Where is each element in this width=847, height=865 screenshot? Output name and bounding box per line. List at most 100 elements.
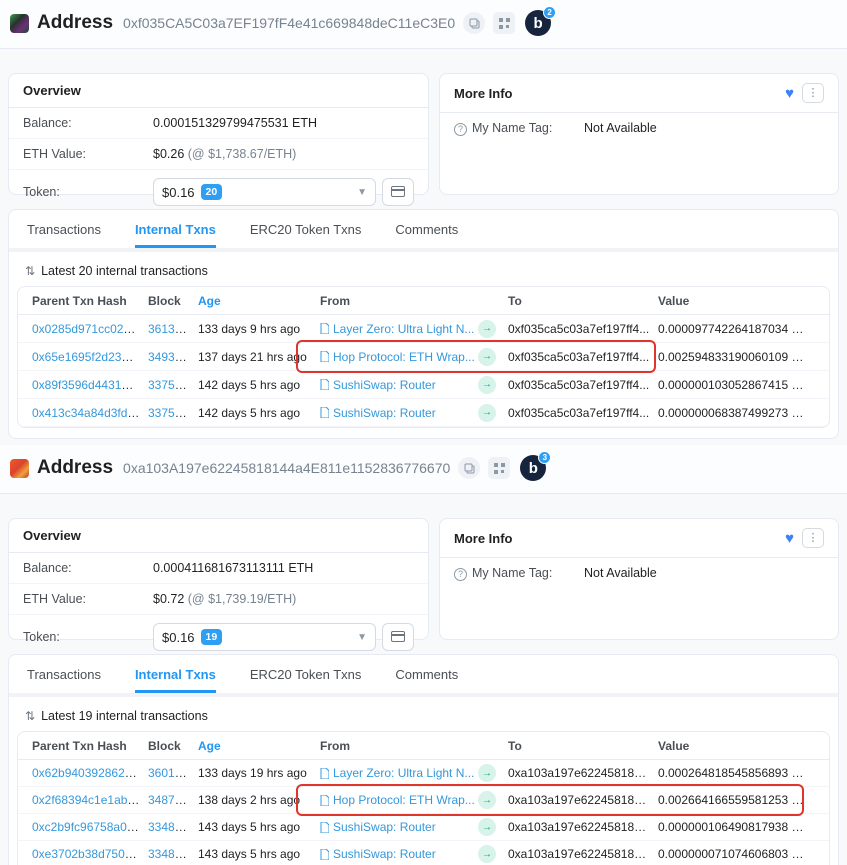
txn-hash-link[interactable]: 0xc2b9fc96758a05110f6... xyxy=(32,820,148,834)
blockscan-badge[interactable]: b 2 xyxy=(525,10,551,36)
eth-rate: (@ $1,738.67/ETH) xyxy=(188,147,297,161)
from-link[interactable]: Hop Protocol: ETH Wrap... xyxy=(333,793,475,807)
tab-internal-txns[interactable]: Internal Txns xyxy=(135,655,216,693)
txn-hash-link[interactable]: 0x65e1695f2d23df4816b... xyxy=(32,350,148,364)
more-info-card: More Info ♥ ⋮ ?My Name Tag: Not Availabl… xyxy=(439,73,839,195)
value-cell: 0.000097742264187034 ETH xyxy=(658,322,815,336)
eth-value-row: ETH Value: $0.72 (@ $1,739.19/ETH) xyxy=(9,584,428,615)
block-link[interactable]: 33484169 xyxy=(148,847,198,861)
table-row: 0x413c34a84d3fd4bfdea... 33755913 142 da… xyxy=(18,399,829,427)
balance-label: Balance: xyxy=(23,116,153,130)
value-cell: 0.000000071074606803 ETH xyxy=(658,847,815,861)
qr-code-button[interactable] xyxy=(488,457,510,479)
token-count-badge: 19 xyxy=(201,629,223,645)
tab-erc20-token-txns[interactable]: ERC20 Token Txns xyxy=(250,210,362,248)
in-arrow-icon: → xyxy=(478,376,496,394)
value-cell: 0.000000106490817938 ETH xyxy=(658,820,815,834)
eth-value-row: ETH Value: $0.26 (@ $1,738.67/ETH) xyxy=(9,139,428,170)
block-link[interactable]: 34935791 xyxy=(148,350,198,364)
token-label: Token: xyxy=(23,630,153,644)
address-header-bar: Address 0xa103A197e62245818144a4E811e115… xyxy=(0,445,847,494)
txn-hash-link[interactable]: 0x2f68394c1e1ab07d36... xyxy=(32,793,148,807)
help-icon: ? xyxy=(454,568,467,581)
token-row: Token: $0.16 20 ▼ xyxy=(9,170,428,214)
txn-hash-link[interactable]: 0x413c34a84d3fd4bfdea... xyxy=(32,406,148,420)
favorite-heart-icon[interactable]: ♥ xyxy=(785,531,794,546)
overview-card: Overview Balance: 0.000411681673113111 E… xyxy=(8,518,429,640)
address-identicon xyxy=(10,459,29,478)
copy-address-button[interactable] xyxy=(458,457,480,479)
tab-erc20-token-txns[interactable]: ERC20 Token Txns xyxy=(250,655,362,693)
block-link[interactable]: 34879870 xyxy=(148,793,198,807)
address-header-bar: Address 0xf035CA5C03a7EF197fF4e41c669848… xyxy=(0,0,847,49)
txn-hash-link[interactable]: 0x0285d971cc02be59da... xyxy=(32,322,148,336)
name-tag-row: ?My Name Tag: Not Available xyxy=(440,113,838,144)
page-title: Address xyxy=(37,457,113,479)
eth-value-label: ETH Value: xyxy=(23,147,153,161)
txn-hash-link[interactable]: 0x62b940392862325b16... xyxy=(32,766,148,780)
block-link[interactable]: 36134593 xyxy=(148,322,198,336)
more-options-button[interactable]: ⋮ xyxy=(802,528,824,548)
copy-icon xyxy=(464,463,475,474)
tabs-bar: Transactions Internal Txns ERC20 Token T… xyxy=(8,654,839,693)
col-block: Block xyxy=(148,294,198,308)
overview-card-title: Overview xyxy=(23,528,81,543)
tabs-bar: Transactions Internal Txns ERC20 Token T… xyxy=(8,209,839,248)
wallet-icon xyxy=(391,185,405,200)
from-link[interactable]: Layer Zero: Ultra Light N... xyxy=(333,322,474,336)
col-age-sort[interactable]: Age xyxy=(198,739,320,753)
table-row: 0x0285d971cc02be59da... 36134593 133 day… xyxy=(18,315,829,343)
token-dropdown[interactable]: $0.16 20 ▼ xyxy=(153,178,376,206)
from-link[interactable]: Layer Zero: Ultra Light N... xyxy=(333,766,474,780)
col-to: To xyxy=(508,739,658,753)
txn-hash-link[interactable]: 0x89f3596d44314f1d922... xyxy=(32,378,148,392)
address-section-1: Address 0xf035CA5C03a7EF197fF4e41c669848… xyxy=(0,0,847,439)
to-cell: 0xf035ca5c03a7ef197ff4... xyxy=(508,350,658,364)
tab-comments[interactable]: Comments xyxy=(395,655,458,693)
in-arrow-icon: → xyxy=(478,320,496,338)
favorite-heart-icon[interactable]: ♥ xyxy=(785,86,794,101)
eth-value: $0.26 (@ $1,738.67/ETH) xyxy=(153,147,296,161)
table-header-row: Parent Txn Hash Block Age From To Value xyxy=(18,287,829,315)
from-link[interactable]: SushiSwap: Router xyxy=(333,406,436,420)
token-dropdown[interactable]: $0.16 19 ▼ xyxy=(153,623,376,651)
col-parent-txn-hash: Parent Txn Hash xyxy=(32,294,148,308)
qr-code-button[interactable] xyxy=(493,12,515,34)
to-cell: 0xf035ca5c03a7ef197ff4... xyxy=(508,322,658,336)
from-link[interactable]: SushiSwap: Router xyxy=(333,847,436,861)
overview-card: Overview Balance: 0.000151329799475531 E… xyxy=(8,73,429,195)
token-total-value: $0.16 xyxy=(162,185,195,200)
table-row: 0xe3702b38d75029c881... 33484169 143 day… xyxy=(18,841,829,865)
token-holdings-button[interactable] xyxy=(382,623,414,651)
more-options-button[interactable]: ⋮ xyxy=(802,83,824,103)
col-age-sort[interactable]: Age xyxy=(198,294,320,308)
to-cell: 0xf035ca5c03a7ef197ff4... xyxy=(508,406,658,420)
from-link[interactable]: Hop Protocol: ETH Wrap... xyxy=(333,350,475,364)
token-holdings-button[interactable] xyxy=(382,178,414,206)
tab-transactions[interactable]: Transactions xyxy=(27,210,101,248)
block-link[interactable]: 33755918 xyxy=(148,378,198,392)
tab-comments[interactable]: Comments xyxy=(395,210,458,248)
block-link[interactable]: 33484181 xyxy=(148,820,198,834)
page-title: Address xyxy=(37,12,113,34)
block-link[interactable]: 36010437 xyxy=(148,766,198,780)
blockscan-badge[interactable]: b 3 xyxy=(520,455,546,481)
contract-icon xyxy=(320,351,329,362)
balance-row: Balance: 0.000151329799475531 ETH xyxy=(9,108,428,139)
contract-icon xyxy=(320,323,329,334)
from-link[interactable]: SushiSwap: Router xyxy=(333,820,436,834)
blockscan-chat-count: 2 xyxy=(543,6,556,19)
age-cell: 133 days 19 hrs ago xyxy=(198,766,320,780)
copy-address-button[interactable] xyxy=(463,12,485,34)
tab-transactions[interactable]: Transactions xyxy=(27,655,101,693)
tab-internal-txns[interactable]: Internal Txns xyxy=(135,210,216,248)
txn-hash-link[interactable]: 0xe3702b38d75029c881... xyxy=(32,847,148,861)
value-cell: 0.002594833190060109 ETH xyxy=(658,350,815,364)
more-info-card: More Info ♥ ⋮ ?My Name Tag: Not Availabl… xyxy=(439,518,839,640)
chevron-down-icon: ▼ xyxy=(357,632,367,643)
address-hash: 0xf035CA5C03a7EF197fF4e41c669848deC11eC3… xyxy=(123,15,455,31)
block-link[interactable]: 33755913 xyxy=(148,406,198,420)
from-link[interactable]: SushiSwap: Router xyxy=(333,378,436,392)
col-from: From xyxy=(320,294,478,308)
address-hash: 0xa103A197e62245818144a4E811e11528367766… xyxy=(123,460,450,476)
